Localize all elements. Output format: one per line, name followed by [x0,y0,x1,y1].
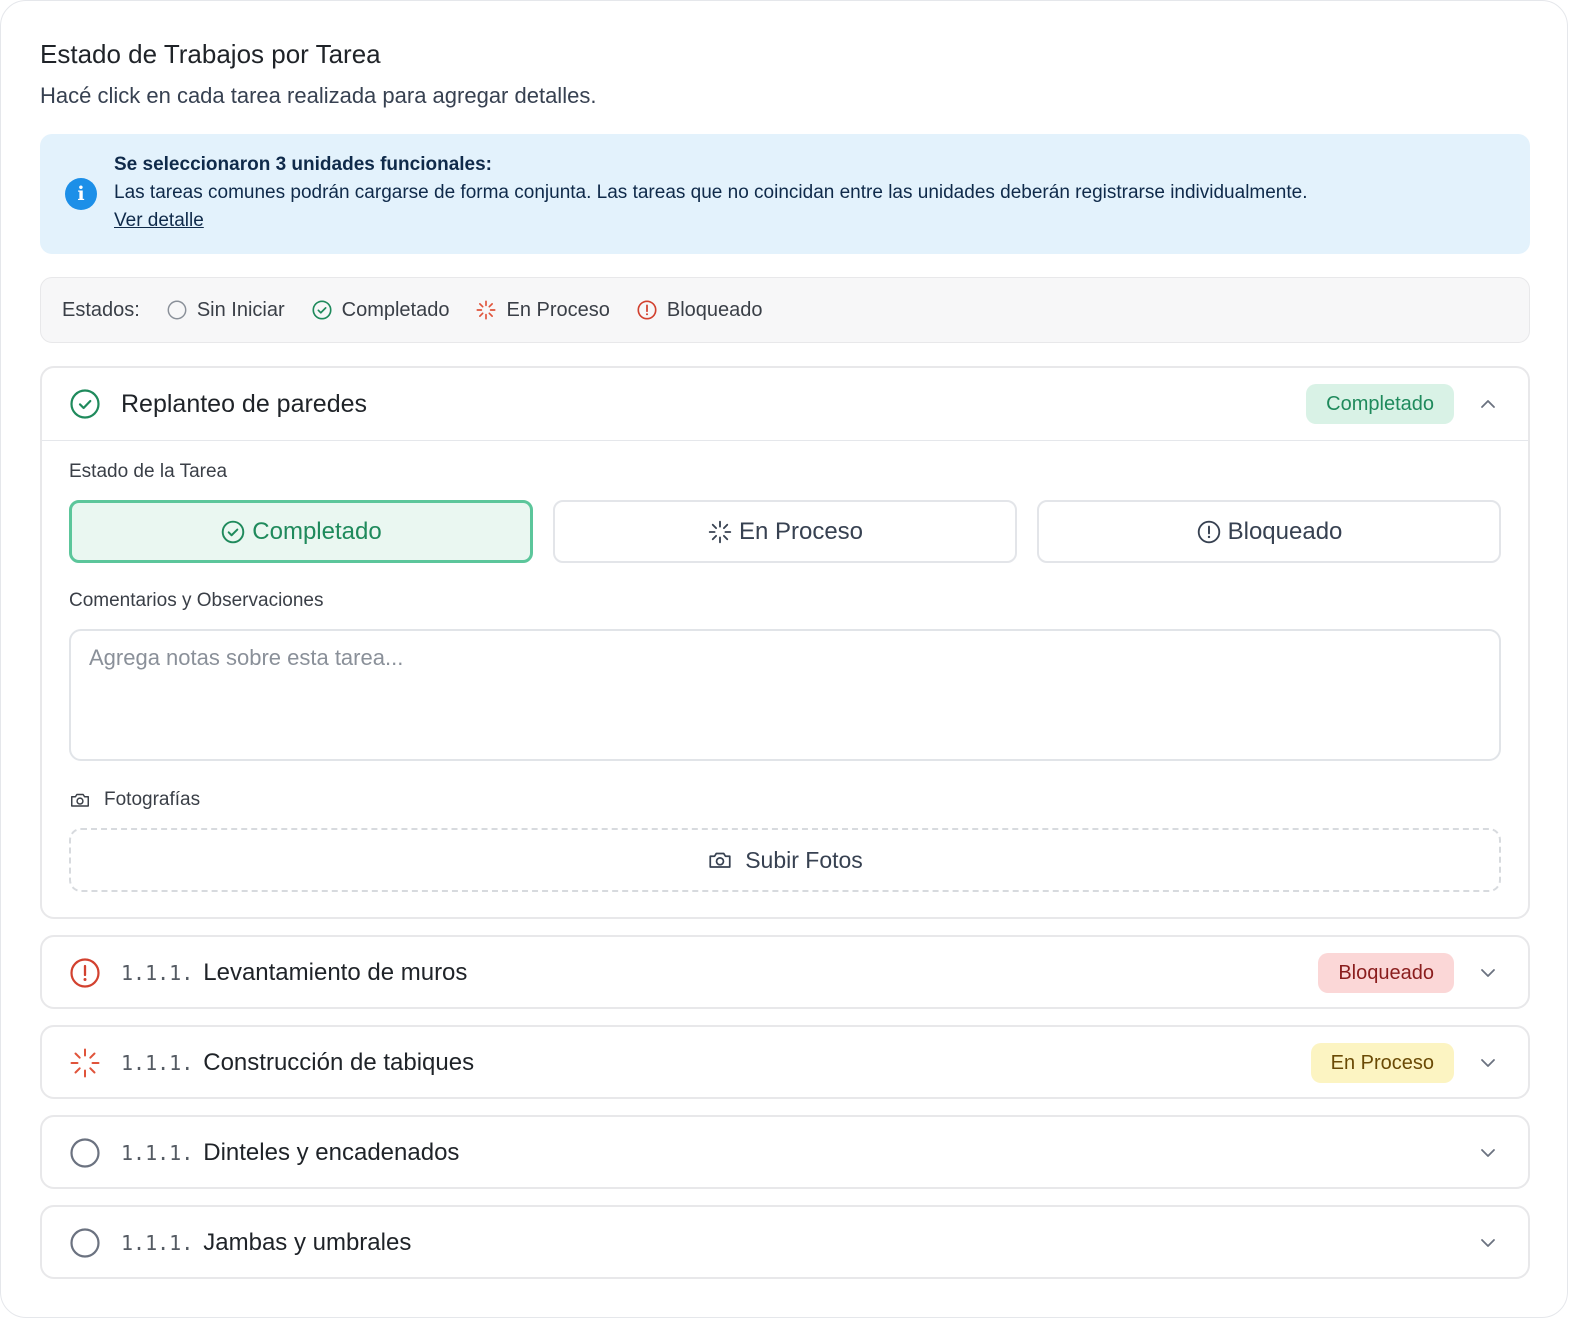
info-title: Se seleccionaron 3 unidades funcionales: [114,154,493,175]
task-card-expanded: Replanteo de paredes Completado Estado d… [40,366,1530,919]
info-icon: i [65,178,97,210]
status-option-completed[interactable]: Completado [69,500,533,563]
info-banner: i Se seleccionaron 3 unidades funcionale… [40,134,1530,254]
task-card[interactable]: 1.1.1. Jambas y umbrales [40,1205,1530,1279]
status-option-blocked[interactable]: Bloqueado [1037,500,1501,563]
status-legend: Estados: Sin Iniciar Completado En Proce… [40,277,1530,343]
check-circle-icon [312,300,332,320]
camera-icon [71,793,89,807]
task-title: 1.1.1. Dinteles y encadenados [121,1139,459,1167]
check-circle-icon [70,389,100,419]
task-card[interactable]: 1.1.1. Levantamiento de muros Bloqueado [40,935,1530,1009]
task-code: 1.1.1. [121,1231,194,1255]
empty-circle-icon [167,300,187,320]
spinner-icon [70,1048,100,1078]
task-code: 1.1.1. [121,961,194,985]
photos-label-text: Fotografías [104,789,201,810]
alert-circle-icon [637,300,657,320]
legend-item-label: Sin Iniciar [196,298,285,321]
status-field-label: Estado de la Tarea [69,461,228,482]
legend-item-label: Bloqueado [666,298,763,321]
legend-label: Estados: [62,298,140,321]
task-card[interactable]: 1.1.1. Construcción de tabiques En Proces… [40,1025,1530,1099]
task-card-body: Estado de la Tarea Completado En Proceso… [42,441,1528,919]
spinner-icon [708,520,732,543]
task-card-header[interactable]: Replanteo de paredes Completado [42,368,1528,440]
status-badge: En Proceso [1310,1043,1454,1083]
status-option-in-progress[interactable]: En Proceso [553,500,1017,563]
task-name: Construcción de tabiques [203,1049,475,1076]
status-option-label: Completado [252,517,382,545]
view-detail-link[interactable]: Ver detalle [114,210,204,232]
chevron-down-icon[interactable] [1476,1051,1500,1075]
chevron-down-icon[interactable] [1476,1231,1500,1255]
info-text: Las tareas comunes podrán cargarse de fo… [114,182,1308,203]
comments-textarea[interactable] [69,629,1501,761]
status-badge: Completado [1306,384,1454,424]
photos-label: Fotografías [69,789,200,811]
task-code: 1.1.1. [121,1051,194,1075]
task-name: Levantamiento de muros [203,959,468,986]
page-title: Estado de Trabajos por Tarea [40,39,381,69]
task-name: Jambas y umbrales [203,1229,412,1256]
alert-circle-icon [70,958,100,988]
task-title: 1.1.1. Construcción de tabiques [121,1049,474,1077]
status-option-label: En Proceso [738,517,864,545]
legend-item-completed: Completado [311,298,450,322]
status-option-label: Bloqueado [1227,517,1343,545]
task-status-panel: Estado de Trabajos por Tarea Hacé click … [0,0,1568,1318]
upload-photos-button[interactable]: Subir Fotos [69,828,1501,892]
check-circle-icon [222,520,245,543]
chevron-down-icon[interactable] [1476,1141,1500,1165]
camera-icon [709,852,731,868]
task-card-header[interactable]: 1.1.1. Jambas y umbrales [42,1207,1528,1279]
task-title: Replanteo de paredes [121,390,368,418]
task-title: 1.1.1. Jambas y umbrales [121,1229,411,1257]
chevron-down-icon[interactable] [1476,961,1500,985]
legend-item-in-progress: En Proceso [475,298,610,322]
legend-item-label: En Proceso [506,298,610,321]
spinner-icon [476,300,497,320]
legend-item-label: Completado [341,298,450,321]
page-subtitle: Hacé click en cada tarea realizada para … [40,83,597,108]
task-card-header[interactable]: 1.1.1. Levantamiento de muros Bloqueado [42,937,1528,1009]
task-card-header[interactable]: 1.1.1. Construcción de tabiques En Proces… [42,1027,1528,1099]
alert-circle-icon [1197,520,1220,543]
chevron-up-icon[interactable] [1476,392,1500,416]
task-card-header[interactable]: 1.1.1. Dinteles y encadenados [42,1117,1528,1189]
empty-circle-icon [70,1228,100,1258]
legend-item-not-started: Sin Iniciar [166,299,285,322]
comments-label: Comentarios y Observaciones [69,590,324,611]
upload-photos-label: Subir Fotos [745,846,863,873]
task-name: Dinteles y encadenados [203,1139,460,1166]
task-code: 1.1.1. [121,1141,194,1165]
empty-circle-icon [70,1138,100,1168]
task-card[interactable]: 1.1.1. Dinteles y encadenados [40,1115,1530,1189]
legend-item-blocked: Bloqueado [636,299,763,322]
status-badge: Bloqueado [1318,953,1454,993]
task-title: 1.1.1. Levantamiento de muros [121,959,467,987]
